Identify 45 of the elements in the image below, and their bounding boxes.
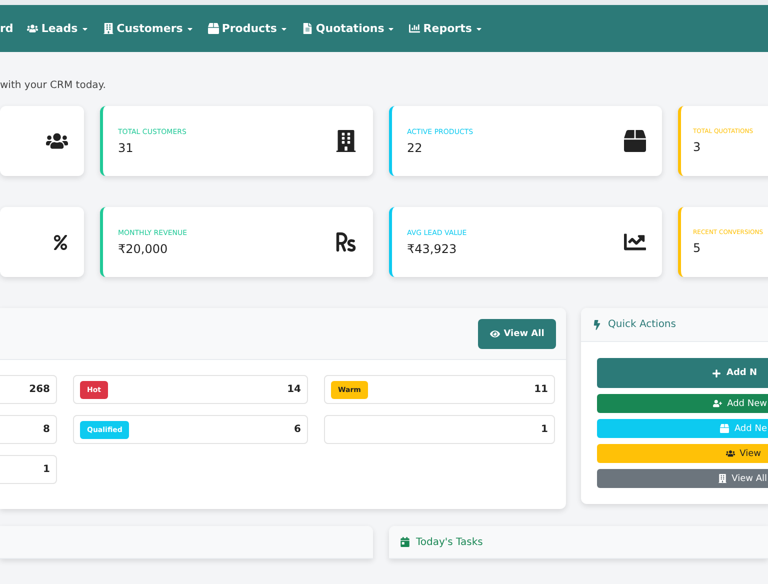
eye-icon [490, 328, 500, 338]
lead-count: 14 [287, 384, 301, 395]
nav-menu-item[interactable]: Quotations [302, 22, 396, 35]
percent-icon [53, 234, 68, 250]
nav-menu-item[interactable]: Reports [409, 22, 483, 35]
rupee-icon [335, 231, 357, 253]
quick-action-button[interactable]: Add New [597, 394, 768, 413]
building-icon [718, 474, 727, 483]
view-all-button[interactable]: View All [478, 318, 556, 348]
welcome-text: with your CRM today. [0, 79, 107, 92]
nav-menu-item[interactable]: Customers [102, 22, 194, 35]
lead-count: 8 [43, 424, 50, 435]
stat-value: 3 [693, 140, 702, 154]
building-icon [102, 23, 114, 34]
lead-count: 11 [534, 384, 548, 395]
people-icon [27, 23, 38, 34]
box-icon [720, 424, 730, 433]
box-icon [208, 23, 219, 34]
panel-title: Quick Actions [592, 319, 676, 330]
lead-count: 6 [294, 424, 301, 435]
nav-menu-item[interactable]: Leads [27, 22, 89, 35]
chart-icon [409, 23, 420, 34]
stat-value: 22 [407, 140, 424, 154]
people-icon [726, 449, 735, 458]
lightning-icon [592, 320, 602, 330]
stat-value: 5 [693, 241, 702, 255]
document-icon [302, 23, 313, 34]
lead-count: 1 [43, 464, 50, 475]
add-user-icon [713, 399, 722, 408]
quick-action-button[interactable]: Add N [597, 358, 768, 388]
nav-menu-item[interactable]: Products [208, 22, 288, 35]
building-icon [335, 130, 357, 152]
lead-count: 268 [29, 384, 50, 395]
calendar-icon [400, 537, 410, 547]
quick-action-button[interactable]: View [597, 444, 768, 463]
line-chart-icon [624, 231, 646, 253]
plus-icon [712, 368, 722, 378]
box-icon [624, 130, 646, 152]
panel-title: Today's Tasks [400, 536, 483, 548]
stat-value: 31 [118, 140, 134, 154]
quick-action-button[interactable]: View All [597, 469, 768, 488]
lead-count: 1 [541, 424, 548, 435]
stat-value: ₹43,923 [407, 242, 458, 256]
stat-value: ₹20,000 [118, 242, 169, 256]
nav-menu-item[interactable]: rd [0, 22, 14, 35]
